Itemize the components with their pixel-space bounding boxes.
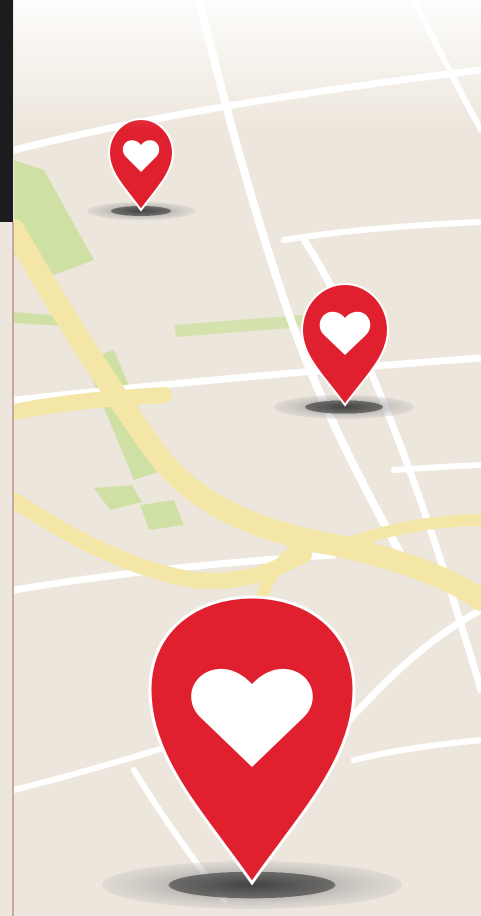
map-frame	[0, 0, 481, 916]
left-edge-dark-bar	[0, 0, 13, 222]
map-svg	[14, 0, 481, 916]
map-canvas[interactable]	[14, 0, 481, 916]
